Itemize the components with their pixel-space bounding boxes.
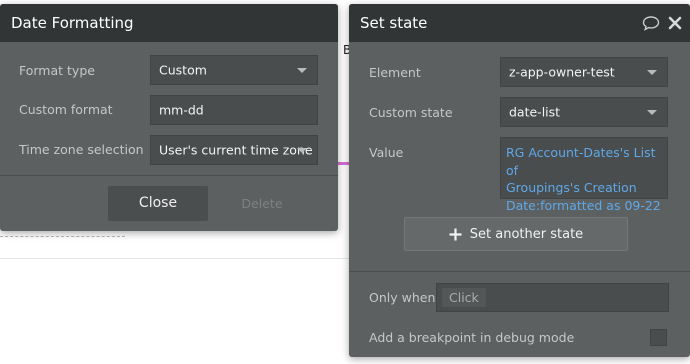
set-state-panel: Set state Element z-app-owner-test Custo…	[349, 4, 690, 357]
custom-state-dropdown[interactable]: date-list	[500, 97, 668, 127]
chevron-down-icon	[297, 148, 307, 153]
divider	[349, 271, 690, 272]
canvas-dashed-guide	[0, 236, 125, 237]
format-type-dropdown[interactable]: Custom	[150, 55, 318, 85]
canvas-strip	[0, 230, 350, 259]
chevron-down-icon	[647, 70, 657, 75]
custom-state-value: date-list	[509, 104, 561, 120]
format-type-label: Format type	[19, 63, 95, 78]
breakpoint-checkbox[interactable]	[650, 329, 667, 346]
custom-format-value: mm-dd	[159, 102, 204, 118]
chevron-down-icon	[297, 68, 307, 73]
expression-line[interactable]: Groupings's Creation	[506, 179, 661, 197]
date-formatting-panel: Date Formatting Format type Custom Custo…	[0, 4, 338, 231]
divider	[0, 175, 338, 176]
panel-title: Set state	[360, 14, 428, 32]
element-dropdown[interactable]: z-app-owner-test	[500, 57, 668, 87]
comment-icon[interactable]	[642, 15, 660, 31]
panel-title[interactable]: Date Formatting	[0, 4, 338, 42]
value-label: Value	[369, 145, 404, 160]
element-value: z-app-owner-test	[509, 64, 615, 80]
only-when-label: Only when	[369, 290, 436, 305]
custom-state-label: Custom state	[369, 105, 453, 120]
expression-line[interactable]: Date:formatted as 09-22	[506, 197, 661, 215]
plus-icon	[449, 228, 462, 240]
set-another-state-button[interactable]: Set another state	[404, 217, 628, 251]
time-zone-dropdown[interactable]: User's current time zone	[150, 135, 318, 165]
delete-button[interactable]: Delete	[236, 186, 288, 221]
expression-line[interactable]: RG Account-Dates's List of	[506, 144, 661, 179]
custom-format-label: Custom format	[19, 102, 113, 117]
format-type-value: Custom	[159, 62, 207, 78]
element-label: Element	[369, 65, 421, 80]
only-when-field[interactable]: Click	[436, 283, 669, 312]
close-icon[interactable]	[668, 16, 682, 30]
custom-format-input[interactable]: mm-dd	[150, 95, 318, 125]
set-another-state-label: Set another state	[469, 226, 584, 242]
close-button[interactable]: Close	[108, 186, 208, 221]
value-expression-field[interactable]: RG Account-Dates's List of Groupings's C…	[500, 137, 668, 213]
breakpoint-label: Add a breakpoint in debug mode	[369, 330, 575, 345]
panel-header[interactable]: Set state	[349, 4, 690, 42]
only-when-placeholder[interactable]: Click	[442, 288, 486, 307]
time-zone-value: User's current time zone	[159, 142, 313, 158]
time-zone-label: Time zone selection	[19, 142, 144, 157]
chevron-down-icon	[647, 110, 657, 115]
